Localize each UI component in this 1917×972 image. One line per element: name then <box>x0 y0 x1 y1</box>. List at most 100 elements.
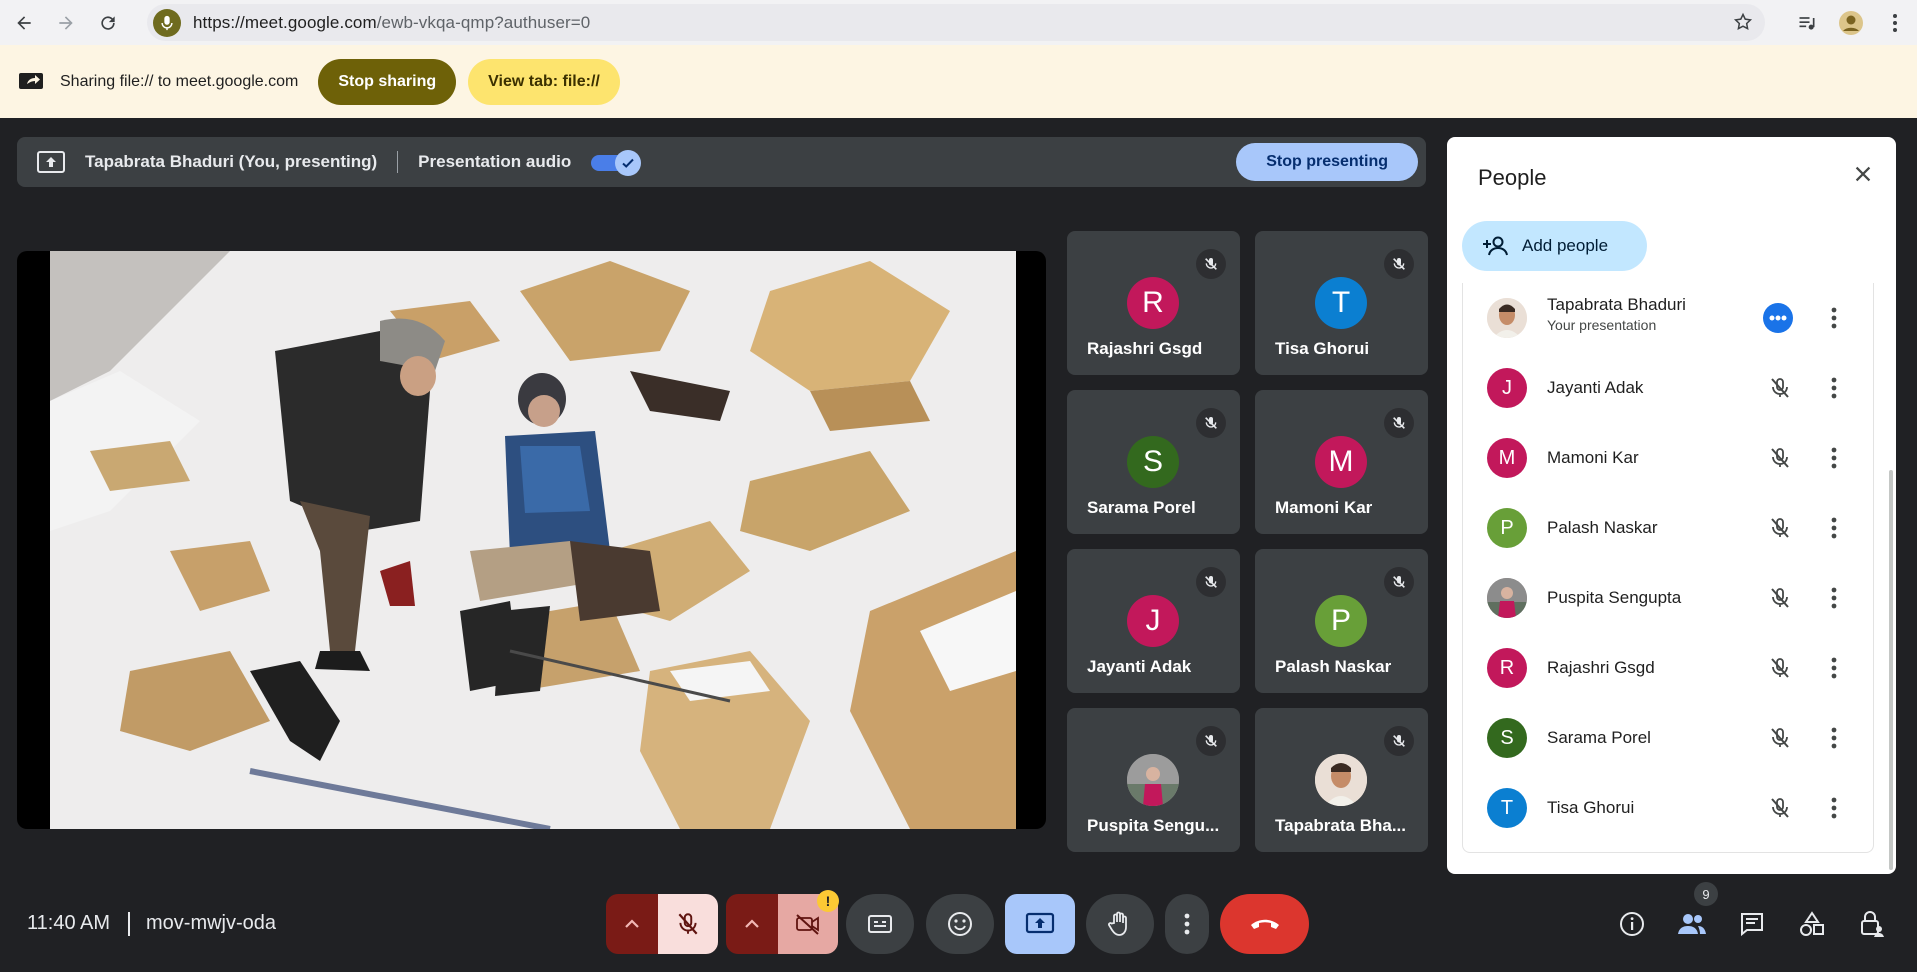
list-item[interactable]: M Mamoni Kar <box>1463 423 1875 493</box>
shared-content-image <box>50 251 1016 829</box>
mic-off-icon <box>1196 249 1226 279</box>
stop-presenting-button[interactable]: Stop presenting <box>1236 143 1418 181</box>
mic-off-icon[interactable] <box>1768 656 1792 680</box>
more-options-icon[interactable] <box>1831 517 1837 539</box>
reload-icon[interactable] <box>90 5 126 41</box>
activities-button[interactable] <box>1788 900 1836 948</box>
presenter-name: Tapabrata Bhaduri (You, presenting) <box>85 152 378 171</box>
more-options-icon[interactable] <box>1831 657 1837 679</box>
avatar: P <box>1315 595 1367 647</box>
chevron-up-icon <box>745 919 759 928</box>
list-item[interactable]: S Sarama Porel <box>1463 703 1875 773</box>
mic-off-icon[interactable] <box>1768 516 1792 540</box>
participant-name: Tapabrata Bhaduri <box>1547 295 1686 314</box>
list-item[interactable]: Puspita Sengupta <box>1463 563 1875 633</box>
avatar: J <box>1127 595 1179 647</box>
add-people-button[interactable]: Add people <box>1462 221 1647 271</box>
panel-title: People <box>1478 165 1547 190</box>
mic-off-icon <box>1196 726 1226 756</box>
tab-sharing-bar: Sharing file:// to meet.google.com Stop … <box>0 45 1917 118</box>
url-path: /ewb-vkqa-qmp?authuser=0 <box>376 12 591 32</box>
screen-share-icon <box>18 72 44 92</box>
avatar: M <box>1487 438 1527 478</box>
list-item[interactable]: Tapabrata Bhaduri Your presentation <box>1463 283 1875 353</box>
participant-count-badge: 9 <box>1694 882 1718 906</box>
mic-off-icon[interactable] <box>1768 726 1792 750</box>
mic-off-icon[interactable] <box>1768 376 1792 400</box>
address-bar[interactable]: https://meet.google.com/ewb-vkqa-qmp?aut… <box>147 4 1765 41</box>
mic-off-icon <box>1196 408 1226 438</box>
meeting-code: mov-mwjv-oda <box>146 912 277 934</box>
participant-tile[interactable]: R Rajashri Gsgd <box>1067 231 1240 375</box>
presenting-bar: Tapabrata Bhaduri (You, presenting) Pres… <box>17 137 1426 187</box>
participant-tile[interactable]: S Sarama Porel <box>1067 390 1240 534</box>
emoji-icon <box>948 912 972 936</box>
participant-name: Palash Naskar <box>1547 518 1658 537</box>
bookmark-star-icon[interactable] <box>1733 12 1753 32</box>
view-tab-button[interactable]: View tab: file:// <box>468 58 620 105</box>
back-icon[interactable] <box>6 5 42 41</box>
more-options-icon[interactable] <box>1831 447 1837 469</box>
avatar-photo <box>1487 298 1527 338</box>
microphone-icon[interactable] <box>153 8 181 37</box>
lock-person-icon <box>1861 911 1884 937</box>
avatar: T <box>1487 788 1527 828</box>
mic-off-icon[interactable] <box>1768 586 1792 610</box>
captions-button[interactable] <box>846 894 914 954</box>
divider <box>397 151 399 173</box>
mic-off-icon[interactable] <box>1768 796 1792 820</box>
video-options-button[interactable] <box>726 894 778 954</box>
presentation-audio-toggle[interactable] <box>591 150 642 176</box>
more-options-button[interactable] <box>1165 894 1209 954</box>
forward-icon[interactable] <box>48 5 84 41</box>
presentation-audio-label: Presentation audio <box>418 152 572 171</box>
audio-options-button[interactable] <box>606 894 658 954</box>
more-options-icon[interactable] <box>1831 307 1837 329</box>
participant-name: Tisa Ghorui <box>1547 798 1635 817</box>
list-item[interactable]: R Rajashri Gsgd <box>1463 633 1875 703</box>
avatar: R <box>1487 648 1527 688</box>
participant-tile[interactable]: T Tisa Ghorui <box>1255 231 1428 375</box>
stop-sharing-button[interactable]: Stop sharing <box>318 58 457 105</box>
more-options-icon[interactable] <box>1831 797 1837 819</box>
participant-tile[interactable]: P Palash Naskar <box>1255 549 1428 693</box>
participant-name: Tisa Ghorui <box>1275 339 1370 358</box>
participant-tile[interactable]: M Mamoni Kar <box>1255 390 1428 534</box>
raise-hand-button[interactable] <box>1086 894 1154 954</box>
host-controls-button[interactable] <box>1848 900 1896 948</box>
mic-off-icon[interactable] <box>1768 446 1792 470</box>
avatar: R <box>1127 277 1179 329</box>
mic-toggle-button[interactable] <box>658 894 718 954</box>
browser-toolbar: https://meet.google.com/ewb-vkqa-qmp?aut… <box>0 0 1917 45</box>
participant-tile[interactable]: Puspita Sengu... <box>1067 708 1240 852</box>
media-control-icon[interactable] <box>1785 1 1829 45</box>
participant-tile[interactable]: J Jayanti Adak <box>1067 549 1240 693</box>
list-item[interactable]: P Palash Naskar <box>1463 493 1875 563</box>
chevron-up-icon <box>625 919 639 928</box>
hand-icon <box>1108 911 1127 936</box>
people-icon <box>1678 914 1706 934</box>
shapes-icon <box>1800 911 1824 936</box>
list-item[interactable]: T Tisa Ghorui <box>1463 773 1875 843</box>
participant-tile[interactable]: Tapabrata Bha... <box>1255 708 1428 852</box>
reactions-button[interactable] <box>926 894 994 954</box>
present-screen-button[interactable] <box>1005 894 1075 954</box>
more-options-icon[interactable] <box>1831 727 1837 749</box>
close-icon[interactable] <box>1852 163 1874 185</box>
people-button[interactable] <box>1668 900 1716 948</box>
more-options-icon[interactable] <box>1831 377 1837 399</box>
browser-actions <box>1785 0 1917 45</box>
panel-scrollbar[interactable] <box>1889 470 1893 870</box>
chat-button[interactable] <box>1728 900 1776 948</box>
meeting-info-button[interactable] <box>1608 900 1656 948</box>
avatar: J <box>1487 368 1527 408</box>
leave-call-button[interactable] <box>1220 894 1309 954</box>
list-item[interactable]: J Jayanti Adak <box>1463 353 1875 423</box>
mic-off-icon <box>1384 249 1414 279</box>
add-person-icon <box>1482 235 1510 257</box>
clock: 11:40 AM <box>27 912 111 934</box>
profile-icon[interactable] <box>1829 1 1873 45</box>
avatar: T <box>1315 277 1367 329</box>
browser-menu-icon[interactable] <box>1873 1 1917 45</box>
more-options-icon[interactable] <box>1831 587 1837 609</box>
